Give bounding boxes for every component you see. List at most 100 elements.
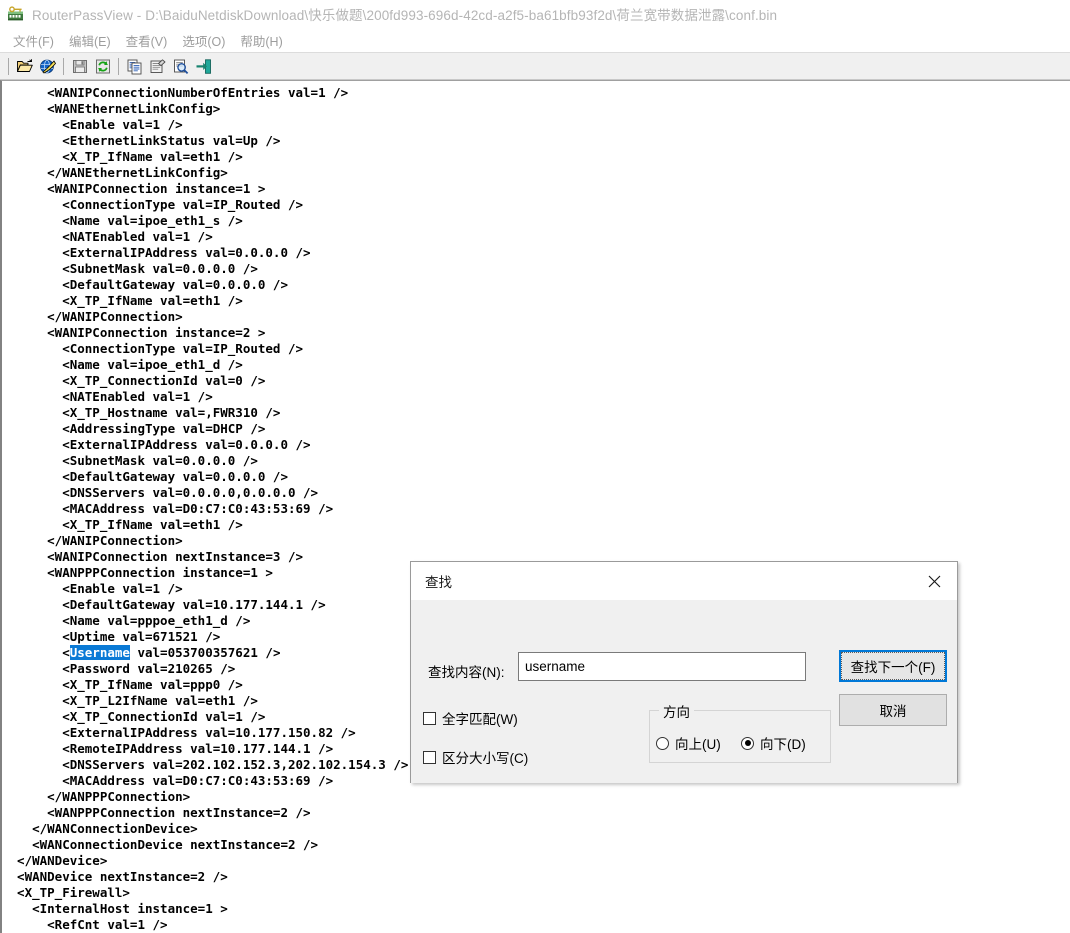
config-line: <Password val=210265 /> — [2, 661, 236, 676]
config-line: <RefCnt val=1 /> — [2, 917, 168, 932]
config-line: <X_TP_L2IfName val=eth1 /> — [2, 693, 258, 708]
config-line: <MACAddress val=D0:C7:C0:43:53:69 /> — [2, 501, 334, 516]
config-line: <ExternalIPAddress val=0.0.0.0 /> — [2, 245, 311, 260]
config-line: <Enable val=1 /> — [2, 117, 183, 132]
config-line: <InternalHost instance=1 > — [2, 901, 228, 916]
properties-icon[interactable] — [146, 55, 169, 77]
direction-down-radio[interactable]: 向下(D) — [741, 733, 806, 753]
config-line: </WANPPPConnection> — [2, 789, 191, 804]
config-line: <X_TP_ConnectionId val=1 /> — [2, 709, 266, 724]
config-line: <WANIPConnection nextInstance=3 /> — [2, 549, 304, 564]
config-line: <Uptime val=671521 /> — [2, 629, 221, 644]
cancel-button-label: 取消 — [879, 704, 907, 719]
config-line: <MACAddress val=D0:C7:C0:43:53:69 /> — [2, 773, 334, 788]
config-line: <SubnetMask val=0.0.0.0 /> — [2, 453, 258, 468]
copy-icon[interactable] — [123, 55, 146, 77]
config-line: <X_TP_IfName val=ppp0 /> — [2, 677, 243, 692]
direction-up-label: 向上(U) — [675, 737, 721, 752]
config-line: <RemoteIPAddress val=10.177.144.1 /> — [2, 741, 334, 756]
config-line: <DNSServers val=202.102.152.3,202.102.15… — [2, 757, 409, 772]
find-what-label: 查找内容(N): — [428, 665, 505, 680]
find-next-button-label: 查找下一个(F) — [841, 652, 945, 680]
config-line: <ConnectionType val=IP_Routed /> — [2, 197, 304, 212]
menu-edit[interactable]: 编辑(E) — [62, 29, 119, 52]
menu-options[interactable]: 选项(O) — [175, 29, 233, 52]
checkbox-box — [423, 750, 436, 764]
title-bar: RouterPassView - D:\BaiduNetdiskDownload… — [0, 0, 1070, 28]
config-line: <WANConnectionDevice nextInstance=2 /> — [2, 837, 319, 852]
direction-legend: 方向 — [659, 701, 694, 721]
selected-text: Username — [69, 645, 130, 660]
match-case-checkbox[interactable]: 区分大小写(C) — [423, 747, 528, 767]
toolbar-separator — [8, 57, 9, 75]
match-case-label: 区分大小写(C) — [442, 751, 529, 766]
config-line: <EthernetLinkStatus val=Up /> — [2, 133, 281, 148]
config-line: <DefaultGateway val=10.177.144.1 /> — [2, 597, 326, 612]
config-line: <WANPPPConnection instance=1 > — [2, 565, 273, 580]
router-key-icon — [7, 5, 24, 23]
exit-icon[interactable] — [192, 55, 215, 77]
radio-circle — [656, 736, 669, 750]
search-input[interactable] — [518, 652, 806, 681]
config-text-pane[interactable]: <WANIPConnectionNumberOfEntries val=1 />… — [0, 80, 1070, 933]
close-icon[interactable] — [911, 562, 957, 600]
find-next-button[interactable]: 查找下一个(F) — [839, 650, 947, 682]
config-line: <Name val=ipoe_eth1_d /> — [2, 357, 243, 372]
config-line: <ConnectionType val=IP_Routed /> — [2, 341, 304, 356]
direction-down-label: 向下(D) — [760, 737, 806, 752]
config-line: <NATEnabled val=1 /> — [2, 389, 213, 404]
config-line: <Enable val=1 /> — [2, 581, 183, 596]
config-line: <X_TP_ConnectionId val=0 /> — [2, 373, 266, 388]
menu-file[interactable]: 文件(F) — [6, 29, 62, 52]
find-dialog-title: 查找 — [425, 575, 452, 590]
config-line: <DefaultGateway val=0.0.0.0 /> — [2, 277, 288, 292]
config-line: <Name val=ipoe_eth1_s /> — [2, 213, 243, 228]
refresh-icon[interactable] — [91, 55, 114, 77]
save-icon[interactable] — [68, 55, 91, 77]
window-title: RouterPassView - D:\BaiduNetdiskDownload… — [32, 8, 778, 23]
config-line: <WANIPConnection instance=1 > — [2, 181, 266, 196]
find-dialog-body: 查找内容(N): 全字匹配(W) 区分大小写(C) 方向 向上(U) 向下(D) — [411, 600, 957, 783]
config-line: <WANPPPConnection nextInstance=2 /> — [2, 805, 311, 820]
router-pass-view-window: RouterPassView - D:\BaiduNetdiskDownload… — [0, 0, 1070, 933]
config-line: <SubnetMask val=0.0.0.0 /> — [2, 261, 258, 276]
config-line: </WANEthernetLinkConfig> — [2, 165, 228, 180]
open-url-icon[interactable] — [36, 55, 59, 77]
config-line: </WANConnectionDevice> — [2, 821, 198, 836]
checkbox-box — [423, 711, 436, 725]
config-line: <Username val=053700357621 /> — [2, 645, 281, 660]
config-line: <WANEthernetLinkConfig> — [2, 101, 221, 116]
config-line: <X_TP_Firewall> — [2, 885, 130, 900]
menu-help[interactable]: 帮助(H) — [233, 29, 290, 52]
radio-circle — [741, 736, 754, 750]
menu-view[interactable]: 查看(V) — [119, 29, 176, 52]
config-line: <X_TP_IfName val=eth1 /> — [2, 149, 243, 164]
config-line: <ExternalIPAddress val=0.0.0.0 /> — [2, 437, 311, 452]
config-line: <WANIPConnection instance=2 > — [2, 325, 266, 340]
config-line: <WANDevice nextInstance=2 /> — [2, 869, 228, 884]
config-line: <X_TP_IfName val=eth1 /> — [2, 293, 243, 308]
config-line: <DNSServers val=0.0.0.0,0.0.0.0 /> — [2, 485, 319, 500]
direction-up-radio[interactable]: 向上(U) — [656, 733, 721, 753]
toolbar-separator — [63, 57, 64, 75]
config-line: </WANDevice> — [2, 853, 108, 868]
toolbar — [0, 52, 1070, 80]
config-line: <X_TP_Hostname val=,FWR310 /> — [2, 405, 281, 420]
config-line: <AddressingType val=DHCP /> — [2, 421, 266, 436]
config-line: </WANIPConnection> — [2, 533, 183, 548]
find-dialog-titlebar: 查找 — [411, 562, 957, 600]
open-folder-icon[interactable] — [13, 55, 36, 77]
whole-word-label: 全字匹配(W) — [442, 712, 518, 727]
config-line: <NATEnabled val=1 /> — [2, 229, 213, 244]
config-line: </WANIPConnection> — [2, 309, 183, 324]
toolbar-separator — [118, 57, 119, 75]
config-line: <ExternalIPAddress val=10.177.150.82 /> — [2, 725, 356, 740]
config-line: <WANIPConnectionNumberOfEntries val=1 /> — [2, 85, 349, 100]
config-text-content: <WANIPConnectionNumberOfEntries val=1 />… — [2, 85, 408, 933]
whole-word-checkbox[interactable]: 全字匹配(W) — [423, 708, 518, 728]
config-line: <DefaultGateway val=0.0.0.0 /> — [2, 469, 288, 484]
config-line: <X_TP_IfName val=eth1 /> — [2, 517, 243, 532]
find-icon[interactable] — [169, 55, 192, 77]
cancel-button[interactable]: 取消 — [839, 694, 947, 726]
config-line: <Name val=pppoe_eth1_d /> — [2, 613, 251, 628]
